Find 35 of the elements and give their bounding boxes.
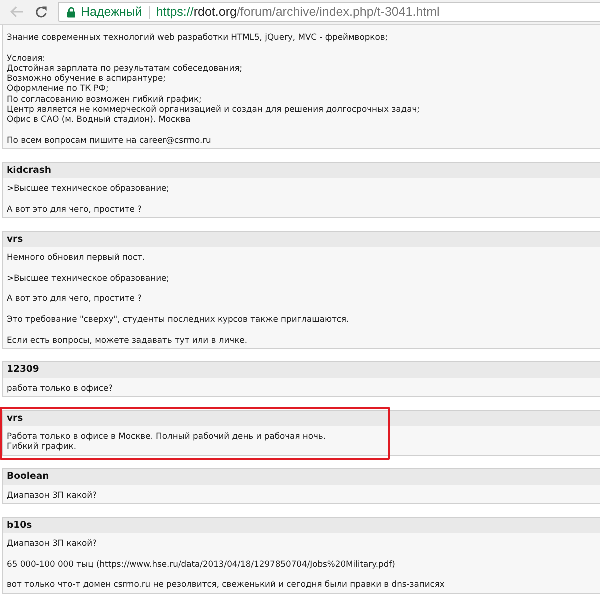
post-text: Гибкий график. — [7, 441, 78, 452]
security-label: Надежный — [81, 5, 142, 19]
address-bar[interactable]: Надежный https://rdot.org/forum/archive/index.php/t-3041.html — [58, 2, 600, 22]
post-text: Офис в САО (м. Водный стадион). Москва — [7, 114, 192, 125]
post-text: >Высшее техническое образование; — [7, 183, 170, 194]
post-text: Если есть вопросы, можете задавать тут или в личке. — [7, 334, 248, 345]
post-text: По всем вопросам пишите на career@csrmo.ru — [7, 134, 212, 146]
post-text: А вот это для чего, простите ? — [7, 293, 144, 304]
reload-icon — [34, 6, 48, 18]
post-text: Работа только в офисе в Москве. Полный рабочий день и рабочая ночь. — [7, 431, 328, 442]
post-text: вот только что-т домен csrmo.ru не резолвится, свеженький и сегодня были правки в dns-записях — [7, 579, 446, 590]
post-text: Оформление по ТК РФ; — [7, 83, 110, 94]
author-name: kidcrash — [7, 164, 52, 176]
arrow-left-icon — [10, 6, 24, 18]
post-text: По согласованию возможен гибкий график; — [7, 94, 203, 104]
post-text: Условия: — [7, 52, 46, 63]
url-text: https://rdot.org/forum/archive/index.php/t-3041.html — [156, 5, 440, 19]
post-text: работа только в офисе? — [7, 382, 114, 394]
post-text: Это требование "сверху", студенты последних курсов также приглашаются. — [7, 314, 350, 324]
post-text: Достойная зарплата по результатам собеседования; — [7, 62, 244, 74]
author-name: 12309 — [7, 364, 40, 376]
author-name: vrs — [7, 412, 24, 424]
author-name: b10s — [7, 520, 32, 531]
lock-icon — [67, 6, 76, 18]
post-text: 65 000-100 000 тыц (https://www.hse.ru/data/2013/04/18/1297850704/Jobs%20Military.pdf) — [7, 558, 396, 569]
post-text: >Высшее техническое образование; — [7, 272, 170, 284]
post-text: А вот это для чего, простите ? — [7, 204, 144, 214]
author-name: Boolean — [7, 471, 50, 482]
post-text: Диапазон ЗП какой? — [7, 490, 98, 500]
post-text: Немного обновил первый пост. — [7, 252, 146, 262]
post-text: Диапазон ЗП какой? — [7, 538, 98, 548]
post-text: Возможно обучение в аспирантуре; — [7, 73, 167, 84]
post-text: Знание современных технологий web разработки HTML5, jQuery, MVC - фреймворков; — [7, 32, 390, 42]
author-name: vrs — [7, 234, 24, 245]
post-text: Центр является не коммерческой организацией и создан для решения долгосрочных задач; — [7, 104, 422, 114]
